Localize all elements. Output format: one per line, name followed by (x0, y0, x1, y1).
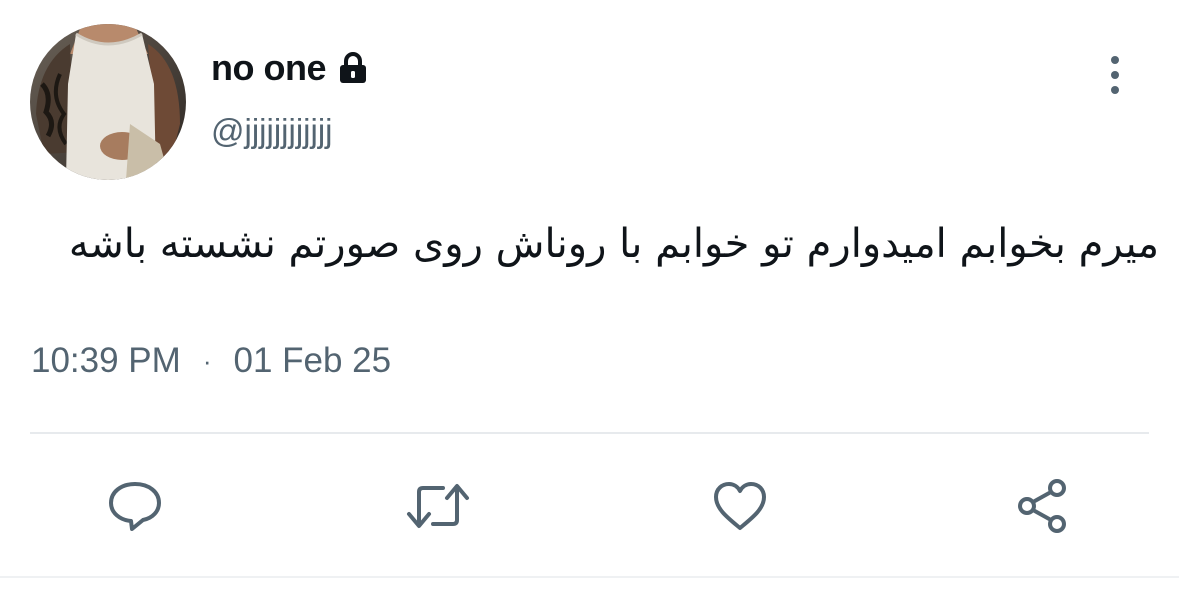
tweet-card: no one @jjjjjjjjjjjj میرم بخوابم امیدوار… (0, 0, 1179, 597)
bottom-border (0, 576, 1179, 578)
user-handle[interactable]: @jjjjjjjjjjjj (211, 112, 332, 150)
user-name-row: no one (211, 44, 370, 92)
share-button[interactable] (1009, 472, 1077, 540)
lock-icon (336, 51, 370, 85)
avatar[interactable] (30, 24, 186, 180)
more-vertical-icon (1111, 56, 1119, 94)
reply-button[interactable] (101, 472, 169, 540)
tweet-date[interactable]: 01 Feb 25 (233, 341, 391, 381)
action-bar (0, 472, 1179, 540)
retweet-icon (407, 484, 469, 528)
retweet-button[interactable] (404, 472, 472, 540)
meta-separator: · (202, 345, 212, 376)
tweet-time[interactable]: 10:39 PM (31, 341, 181, 381)
heart-icon (714, 482, 766, 530)
like-button[interactable] (706, 472, 774, 540)
reply-icon (109, 482, 161, 531)
tweet-meta: 10:39 PM · 01 Feb 25 (31, 338, 391, 384)
display-name[interactable]: no one (211, 47, 326, 89)
share-icon (1018, 479, 1066, 533)
tweet-text: میرم بخوابم امیدوارم تو خوابم با روناش ر… (68, 221, 1159, 267)
divider (30, 432, 1149, 434)
more-options-button[interactable] (1098, 54, 1132, 96)
